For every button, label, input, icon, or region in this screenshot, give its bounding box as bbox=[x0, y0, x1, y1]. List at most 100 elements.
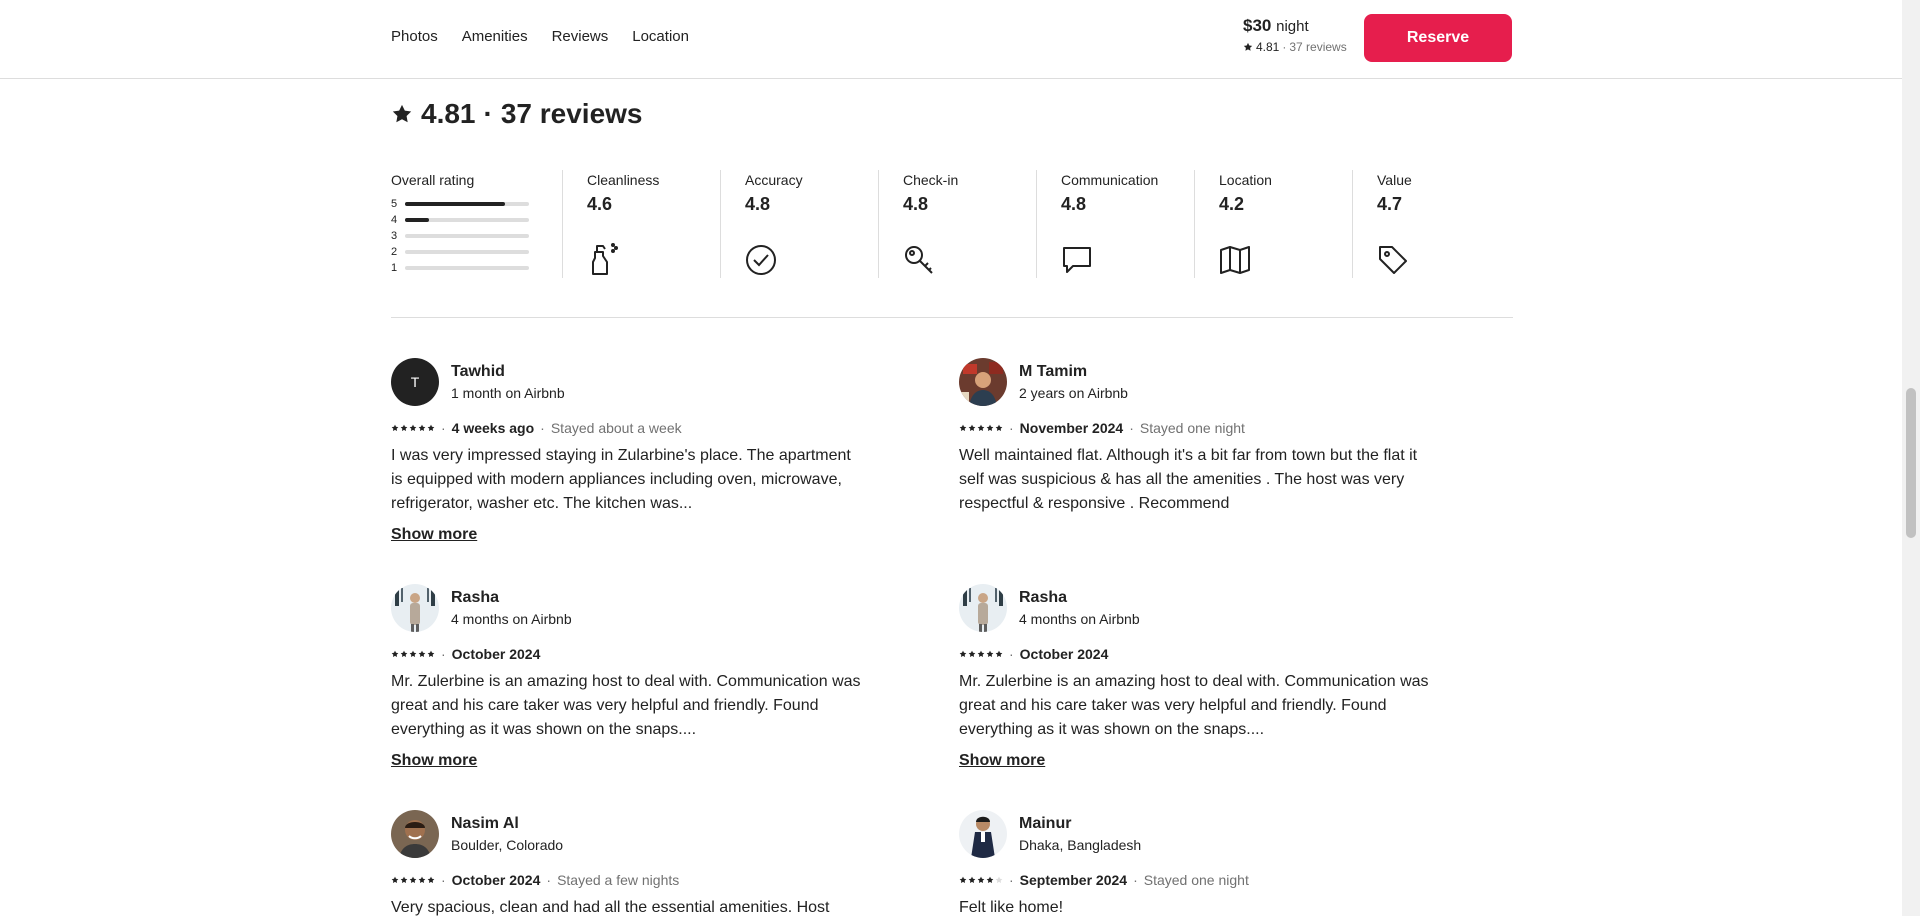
reviewer[interactable]: Mainur Dhaka, Bangladesh bbox=[959, 810, 1429, 858]
category-cleanliness: Cleanliness 4.6 bbox=[562, 170, 720, 278]
nav-amenities[interactable]: Amenities bbox=[462, 28, 528, 45]
review-card: Rasha 4 months on Airbnb · October 2024 … bbox=[391, 584, 861, 770]
distribution-star: 3 bbox=[391, 230, 398, 242]
section-divider bbox=[391, 317, 1513, 318]
avatar[interactable] bbox=[959, 810, 1007, 858]
avatar[interactable] bbox=[391, 810, 439, 858]
chat-bubble-icon bbox=[1063, 247, 1091, 273]
meta-separator: · bbox=[1009, 646, 1014, 662]
avatar[interactable]: T bbox=[391, 358, 439, 406]
category-value: 4.8 bbox=[1061, 194, 1087, 214]
page-scrollbar[interactable] bbox=[1902, 0, 1920, 916]
mini-reviews-count: 37 reviews bbox=[1289, 40, 1347, 54]
avatar[interactable] bbox=[391, 584, 439, 632]
star-icon bbox=[427, 876, 435, 884]
avatar[interactable] bbox=[959, 584, 1007, 632]
star-icon bbox=[427, 650, 435, 658]
rating-categories: Overall rating 5 4 3 2 1 Cleanliness 4.6… bbox=[391, 170, 1513, 278]
review-card: Nasim Al Boulder, Colorado · October 202… bbox=[391, 810, 861, 916]
reviewer-subtitle: Boulder, Colorado bbox=[451, 837, 564, 853]
distribution-star: 1 bbox=[391, 262, 398, 274]
meta-separator: · bbox=[1009, 420, 1014, 436]
nav-reviews[interactable]: Reviews bbox=[552, 28, 609, 45]
review-meta: · November 2024 · Stayed one night bbox=[959, 420, 1429, 436]
reviewer[interactable]: Nasim Al Boulder, Colorado bbox=[391, 810, 861, 858]
reviewer[interactable]: Rasha 4 months on Airbnb bbox=[959, 584, 1429, 632]
distribution-row: 2 bbox=[391, 244, 562, 260]
review-text: Very spacious, clean and had all the ess… bbox=[391, 899, 830, 916]
stay-length: Stayed one night bbox=[1139, 420, 1245, 436]
star-rating bbox=[391, 876, 435, 884]
review-card: Mainur Dhaka, Bangladesh · September 202… bbox=[959, 810, 1429, 916]
meta-separator: · bbox=[1009, 872, 1014, 888]
reviewer-name: Tawhid bbox=[451, 363, 505, 380]
star-icon bbox=[995, 650, 1003, 658]
star-icon bbox=[959, 876, 967, 884]
distribution-track bbox=[405, 250, 529, 254]
category-title: Accuracy bbox=[745, 172, 803, 188]
avatar[interactable] bbox=[959, 358, 1007, 406]
heading-separator: · bbox=[483, 98, 493, 129]
category-title: Value bbox=[1377, 172, 1412, 188]
stay-length: Stayed a few nights bbox=[557, 872, 680, 888]
review-date: 4 weeks ago bbox=[451, 420, 535, 436]
star-icon bbox=[418, 876, 426, 884]
distribution-star: 5 bbox=[391, 198, 398, 210]
category-title: Location bbox=[1219, 172, 1272, 188]
category-value: 4.7 bbox=[1377, 194, 1403, 214]
category-value: Value 4.7 bbox=[1352, 170, 1512, 278]
distribution-star: 2 bbox=[391, 246, 398, 258]
reviewer-subtitle: 1 month on Airbnb bbox=[451, 385, 565, 401]
star-rating bbox=[959, 424, 1003, 432]
reserve-button[interactable]: Reserve bbox=[1364, 14, 1512, 62]
distribution-fill bbox=[405, 202, 506, 206]
nav-photos[interactable]: Photos bbox=[391, 28, 438, 45]
star-icon bbox=[418, 424, 426, 432]
scrollbar-thumb[interactable] bbox=[1906, 388, 1916, 538]
category-checkin: Check-in 4.8 bbox=[878, 170, 1036, 278]
reviewer[interactable]: T Tawhid 1 month on Airbnb bbox=[391, 358, 861, 406]
user-photo-icon bbox=[959, 358, 1007, 406]
star-icon bbox=[400, 424, 408, 432]
price-unit: night bbox=[1276, 18, 1309, 35]
star-icon bbox=[968, 650, 976, 658]
star-icon bbox=[418, 650, 426, 658]
overall-rating-value: 4.81 bbox=[421, 98, 476, 129]
reviews-heading: 4.81 · 37 reviews bbox=[391, 98, 643, 130]
category-title: Cleanliness bbox=[587, 172, 660, 188]
star-icon bbox=[995, 424, 1003, 432]
check-circle-icon bbox=[746, 245, 776, 275]
show-more-button[interactable]: Show more bbox=[391, 752, 477, 770]
distribution-row: 3 bbox=[391, 228, 562, 244]
star-icon bbox=[427, 424, 435, 432]
distribution-star: 4 bbox=[391, 214, 398, 226]
reviewer-subtitle: 4 months on Airbnb bbox=[1019, 611, 1140, 627]
review-date: October 2024 bbox=[1019, 646, 1109, 662]
rating-distribution: 5 4 3 2 1 bbox=[391, 196, 562, 276]
sticky-header: Photos Amenities Reviews Location $30 ni… bbox=[0, 0, 1902, 79]
show-more-button[interactable]: Show more bbox=[959, 752, 1045, 770]
star-icon bbox=[986, 876, 994, 884]
tag-icon bbox=[1379, 246, 1407, 274]
distribution-row: 1 bbox=[391, 260, 562, 276]
reviewer[interactable]: M Tamim 2 years on Airbnb bbox=[959, 358, 1429, 406]
review-meta: · October 2024 bbox=[959, 646, 1429, 662]
meta-separator: · bbox=[441, 646, 446, 662]
meta-separator: · bbox=[441, 420, 446, 436]
stay-length: Stayed about a week bbox=[550, 420, 682, 436]
star-rating bbox=[391, 424, 435, 432]
star-icon bbox=[400, 876, 408, 884]
map-icon bbox=[1220, 246, 1250, 274]
stay-length: Stayed one night bbox=[1143, 872, 1249, 888]
nav-location[interactable]: Location bbox=[632, 28, 689, 45]
review-text: Mr. Zulerbine is an amazing host to deal… bbox=[391, 673, 861, 738]
category-title: Communication bbox=[1061, 172, 1159, 188]
show-more-button[interactable]: Show more bbox=[391, 526, 477, 544]
distribution-fill bbox=[405, 218, 429, 222]
meta-separator: · bbox=[1129, 420, 1134, 436]
reviewer[interactable]: Rasha 4 months on Airbnb bbox=[391, 584, 861, 632]
meta-separator: · bbox=[1133, 872, 1138, 888]
star-icon bbox=[959, 424, 967, 432]
review-date: November 2024 bbox=[1019, 420, 1124, 436]
price-summary: $30 night 4.81 · 37 reviews bbox=[1243, 16, 1347, 54]
